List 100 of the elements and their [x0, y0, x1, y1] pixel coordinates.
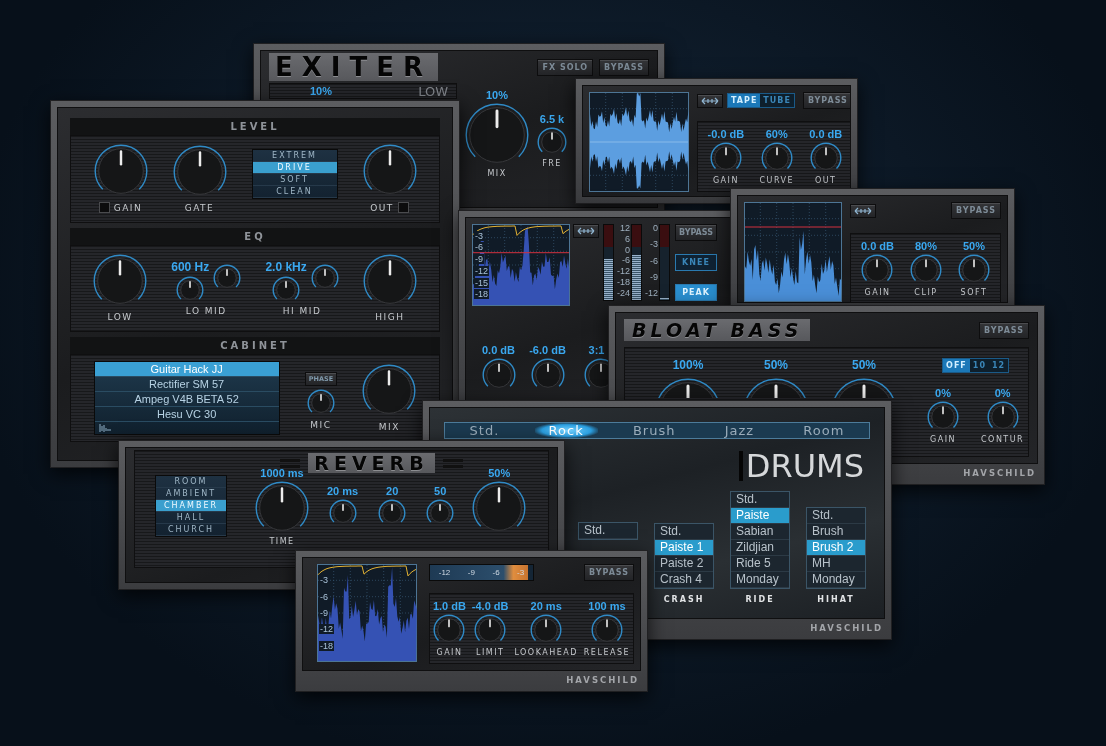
list-option[interactable]: Paiste 2 [655, 556, 713, 572]
value-readout: 100% [672, 358, 704, 372]
value-readout: 0% [994, 387, 1011, 399]
arrows-icon [577, 227, 595, 235]
ornament-icon [442, 458, 463, 468]
preset-option[interactable]: Guitar Hack JJ [94, 362, 279, 377]
plugin-title: REVERB [308, 453, 435, 473]
scale-label: -6 [492, 568, 500, 577]
value-readout: -4.0 dB [471, 600, 509, 612]
knob-label: MIX [487, 169, 507, 178]
scale-label: -9 [467, 568, 475, 577]
knob-label: CLIP [914, 288, 938, 297]
scale-label: -6 [622, 256, 630, 266]
mode-option[interactable]: CHURCH [156, 524, 226, 536]
brand-label: HAVSCHILD [565, 674, 640, 685]
list-option[interactable]: Monday [807, 572, 865, 588]
mode-option[interactable]: ROOM [156, 476, 226, 488]
scale-label: -12 [645, 289, 658, 298]
bypass-button[interactable]: BYPASS [584, 564, 634, 581]
plugin-title: EXITER [269, 53, 438, 81]
value-readout: 10% [310, 85, 333, 97]
value-readout: 50 [434, 485, 447, 497]
scale-label: -12 [474, 266, 489, 276]
preset-tab[interactable]: Brush [618, 423, 690, 438]
mode-tab[interactable]: TUBE [760, 94, 794, 107]
list-option[interactable]: Monday [731, 572, 789, 588]
knob-label: RELEASE [583, 648, 631, 657]
scale-label: -18 [474, 289, 489, 299]
knob-label: MIX [378, 422, 400, 432]
value-readout: 20 ms [327, 485, 359, 497]
mode-tab[interactable]: TAPE [728, 94, 761, 107]
scale-label: -15 [474, 278, 489, 288]
mode-option[interactable]: CHAMBER [156, 500, 226, 512]
preset-option[interactable]: Rectifier SM 57 [94, 377, 279, 392]
scale-label: -9 [319, 608, 329, 618]
toggle-button[interactable]: BYPASS [599, 58, 649, 76]
list-label: HIHAT [817, 595, 855, 604]
value-readout: 50% [962, 240, 985, 252]
toggle-button[interactable]: FX SOLO [537, 58, 594, 76]
list-option[interactable]: Brush 2 [807, 540, 865, 556]
list-option[interactable]: MH [807, 556, 865, 572]
knob-label: OUT [814, 176, 837, 185]
mode-option[interactable]: CLEAN [252, 185, 337, 198]
bypass-button[interactable]: BYPASS [951, 202, 1001, 219]
preset-tab[interactable]: Jazz [710, 423, 769, 438]
knob-label: SOFT [960, 288, 988, 297]
arrows-icon [701, 96, 719, 105]
knob-label: GAIN [864, 288, 891, 297]
list-option[interactable]: Zildjian [731, 540, 789, 556]
plugin-title: BLOAT BASS [624, 319, 811, 341]
value-readout: 20 [386, 485, 399, 497]
bypass-button[interactable]: BYPASS [979, 321, 1029, 339]
list-option[interactable]: Std. [579, 523, 637, 539]
knob-label: GAIN [930, 435, 956, 444]
knob-label: OUT [370, 202, 394, 213]
preset-tab[interactable]: Room [789, 423, 859, 438]
knob-label: HI MID [282, 306, 322, 317]
list-option[interactable]: Crash 4 [655, 572, 713, 588]
value-readout: 2.0 kHz [265, 260, 307, 275]
arrows-button[interactable] [573, 224, 599, 238]
value-readout: 0.0 dB [809, 128, 843, 140]
mode-option[interactable]: HALL [156, 512, 226, 524]
scale-label: -3 [517, 568, 525, 577]
brand-label: HAVSCHILD [962, 467, 1037, 478]
list-label: RIDE [745, 595, 775, 604]
preset-tab[interactable]: Std. [455, 423, 514, 438]
list-option[interactable]: Std. [807, 508, 865, 524]
section-header: EQ [70, 227, 440, 245]
checkbox[interactable] [397, 202, 409, 214]
scale-label: -3 [650, 240, 658, 250]
value-readout: 20 ms [530, 600, 562, 612]
list-option[interactable]: Ride 5 [731, 556, 789, 572]
value-readout: 0.0 dB [482, 344, 515, 356]
knob-label: GAIN [712, 176, 739, 185]
scale-label: -3 [319, 575, 329, 585]
value-readout: 600 Hz [171, 260, 210, 275]
section-header: LEVEL [70, 118, 440, 135]
list-option[interactable]: Sabian [731, 524, 789, 540]
arrows-button[interactable] [850, 203, 876, 218]
section-header: CABINET [70, 337, 440, 354]
drums-logo: DRUMS [738, 451, 864, 481]
knob-label: CURVE [759, 176, 795, 185]
checkbox[interactable] [98, 202, 110, 214]
bypass-button[interactable]: BYPASS [802, 92, 850, 109]
knob-label: GAIN [113, 202, 143, 213]
list-option[interactable]: Paiste [731, 508, 789, 524]
scale-label: 6 [625, 234, 630, 244]
list-option[interactable]: Paiste 1 [655, 540, 713, 556]
value-readout: 50% [852, 358, 876, 372]
mode-option[interactable]: EXTREM [252, 149, 337, 162]
mode-button[interactable]: KNEE [675, 254, 717, 271]
mode-button[interactable]: PEAK [675, 284, 717, 301]
value-readout: 50% [488, 467, 511, 479]
value-readout: 50% [764, 358, 788, 372]
mode-option[interactable]: SOFT [252, 173, 337, 186]
choice-tab[interactable]: OFF [943, 359, 970, 372]
arrows-button[interactable] [697, 93, 723, 108]
preset-option[interactable]: Hesu VC 30 [94, 407, 279, 422]
bypass-button[interactable]: BYPASS [675, 224, 717, 241]
preset-option[interactable]: Ampeg V4B BETA 52 [94, 392, 279, 407]
